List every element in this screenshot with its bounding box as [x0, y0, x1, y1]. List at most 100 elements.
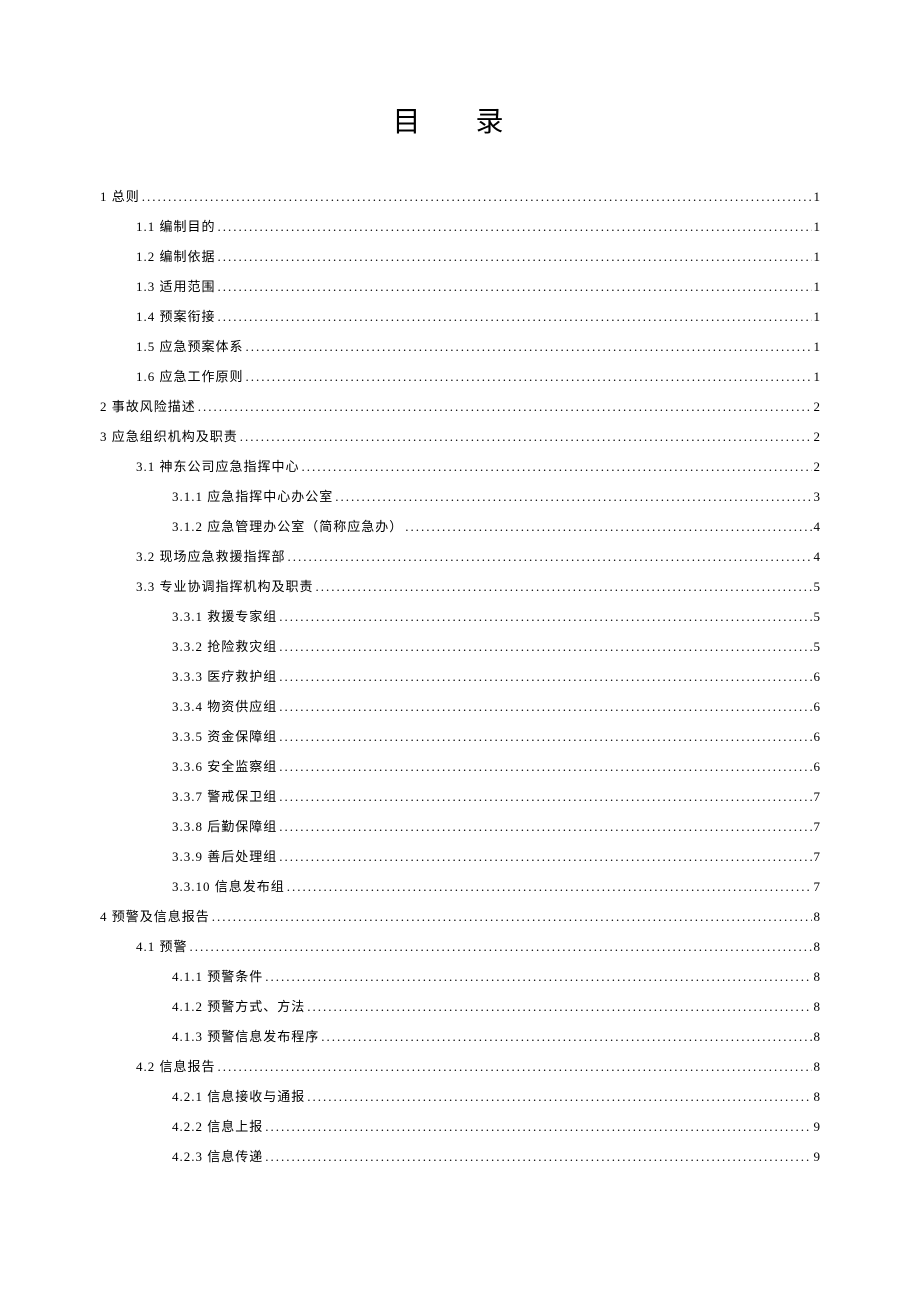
toc-leader — [335, 490, 811, 503]
toc-leader — [307, 1090, 811, 1103]
toc-entry-page: 7 — [814, 850, 821, 863]
toc-entry-label: 3.3.1 救援专家组 — [172, 610, 277, 623]
toc-entry-label: 3.3.5 资金保障组 — [172, 730, 277, 743]
toc-leader — [288, 550, 812, 563]
toc-entry-label: 1.5 应急预案体系 — [136, 340, 244, 353]
toc-entry-label: 4.1 预警 — [136, 940, 188, 953]
toc-entry: 4.2.2 信息上报 9 — [100, 1120, 820, 1133]
toc-leader — [198, 400, 812, 413]
toc-leader — [265, 1150, 811, 1163]
toc-entry-page: 8 — [814, 1000, 821, 1013]
toc-leader — [218, 1060, 812, 1073]
toc-entry-page: 1 — [814, 280, 821, 293]
toc-entry: 3.3.9 善后处理组 7 — [100, 850, 820, 863]
toc-entry: 4 预警及信息报告 8 — [100, 910, 820, 923]
toc-entry: 1.1 编制目的 1 — [100, 220, 820, 233]
toc-leader — [190, 940, 812, 953]
toc-entry-page: 2 — [814, 430, 821, 443]
toc-leader — [246, 370, 812, 383]
toc-entry: 3.3.2 抢险救灾组 5 — [100, 640, 820, 653]
toc-entry-label: 4.2.3 信息传递 — [172, 1150, 263, 1163]
toc-leader — [287, 880, 812, 893]
toc-entry-label: 4.2 信息报告 — [136, 1060, 216, 1073]
toc-leader — [405, 520, 811, 533]
toc-leader — [307, 1000, 811, 1013]
toc-entry: 4.2.1 信息接收与通报 8 — [100, 1090, 820, 1103]
toc-entry-page: 5 — [814, 640, 821, 653]
toc-entry: 3.1.1 应急指挥中心办公室 3 — [100, 490, 820, 503]
toc-entry-page: 8 — [814, 940, 821, 953]
toc-entry-page: 7 — [814, 790, 821, 803]
toc-entry: 1.3 适用范围 1 — [100, 280, 820, 293]
toc-entry-label: 3.3.4 物资供应组 — [172, 700, 277, 713]
toc-leader — [212, 910, 812, 923]
toc-leader — [218, 220, 812, 233]
table-of-contents: 1 总则 11.1 编制目的 11.2 编制依据 11.3 适用范围 11.4 … — [100, 190, 820, 1163]
toc-entry-label: 1.4 预案衔接 — [136, 310, 216, 323]
toc-entry-label: 3.3.6 安全监察组 — [172, 760, 277, 773]
toc-leader — [265, 970, 811, 983]
toc-leader — [246, 340, 812, 353]
toc-entry-label: 3.2 现场应急救援指挥部 — [136, 550, 286, 563]
toc-entry-page: 8 — [814, 910, 821, 923]
toc-leader — [279, 850, 811, 863]
toc-entry-label: 3.3.8 后勤保障组 — [172, 820, 277, 833]
toc-entry-page: 8 — [814, 1030, 821, 1043]
toc-entry-label: 3.3.9 善后处理组 — [172, 850, 277, 863]
toc-entry-page: 2 — [814, 400, 821, 413]
toc-entry: 3.3.5 资金保障组 6 — [100, 730, 820, 743]
toc-entry-page: 1 — [814, 310, 821, 323]
toc-entry: 3.3.4 物资供应组 6 — [100, 700, 820, 713]
toc-entry-label: 3.3.3 医疗救护组 — [172, 670, 277, 683]
toc-entry-label: 3 应急组织机构及职责 — [100, 430, 238, 443]
toc-entry-page: 5 — [814, 580, 821, 593]
toc-entry-page: 9 — [814, 1150, 821, 1163]
toc-entry-label: 3.1 神东公司应急指挥中心 — [136, 460, 300, 473]
toc-entry: 3.3.7 警戒保卫组 7 — [100, 790, 820, 803]
toc-entry: 3 应急组织机构及职责 2 — [100, 430, 820, 443]
toc-entry-label: 4 预警及信息报告 — [100, 910, 210, 923]
toc-entry: 4.1.1 预警条件 8 — [100, 970, 820, 983]
toc-entry-label: 1.2 编制依据 — [136, 250, 216, 263]
toc-entry-page: 2 — [814, 460, 821, 473]
toc-entry: 3.3.6 安全监察组 6 — [100, 760, 820, 773]
toc-entry: 3.3 专业协调指挥机构及职责 5 — [100, 580, 820, 593]
toc-leader — [279, 730, 811, 743]
toc-entry-page: 6 — [814, 760, 821, 773]
toc-entry-label: 4.1.3 预警信息发布程序 — [172, 1030, 319, 1043]
toc-entry-label: 3.1.2 应急管理办公室（简称应急办） — [172, 520, 403, 533]
toc-leader — [279, 760, 811, 773]
toc-entry: 3.3.1 救援专家组 5 — [100, 610, 820, 623]
toc-entry-label: 4.1.1 预警条件 — [172, 970, 263, 983]
toc-leader — [279, 820, 811, 833]
toc-leader — [316, 580, 812, 593]
toc-entry: 1.6 应急工作原则 1 — [100, 370, 820, 383]
toc-entry: 1.2 编制依据 1 — [100, 250, 820, 263]
toc-entry: 3.3.10 信息发布组 7 — [100, 880, 820, 893]
toc-entry-page: 6 — [814, 670, 821, 683]
page-title: 目 录 — [100, 100, 820, 140]
toc-entry-label: 4.2.2 信息上报 — [172, 1120, 263, 1133]
toc-entry: 1.4 预案衔接 1 — [100, 310, 820, 323]
toc-entry: 4.2.3 信息传递 9 — [100, 1150, 820, 1163]
toc-entry-page: 6 — [814, 730, 821, 743]
toc-entry-page: 1 — [814, 190, 821, 203]
toc-entry: 4.1.3 预警信息发布程序 8 — [100, 1030, 820, 1043]
toc-entry-label: 3.3.7 警戒保卫组 — [172, 790, 277, 803]
toc-entry-page: 7 — [814, 880, 821, 893]
toc-leader — [279, 700, 811, 713]
toc-entry: 1 总则 1 — [100, 190, 820, 203]
toc-entry-label: 3.3.10 信息发布组 — [172, 880, 285, 893]
toc-entry-page: 8 — [814, 970, 821, 983]
toc-leader — [279, 610, 811, 623]
toc-entry-label: 3.1.1 应急指挥中心办公室 — [172, 490, 333, 503]
toc-entry-label: 1.6 应急工作原则 — [136, 370, 244, 383]
toc-entry-page: 1 — [814, 220, 821, 233]
toc-leader — [279, 640, 811, 653]
toc-entry: 3.3.8 后勤保障组 7 — [100, 820, 820, 833]
toc-entry-page: 1 — [814, 250, 821, 263]
toc-entry-page: 4 — [814, 520, 821, 533]
toc-entry: 3.1.2 应急管理办公室（简称应急办） 4 — [100, 520, 820, 533]
toc-entry: 2 事故风险描述 2 — [100, 400, 820, 413]
toc-entry-page: 3 — [814, 490, 821, 503]
